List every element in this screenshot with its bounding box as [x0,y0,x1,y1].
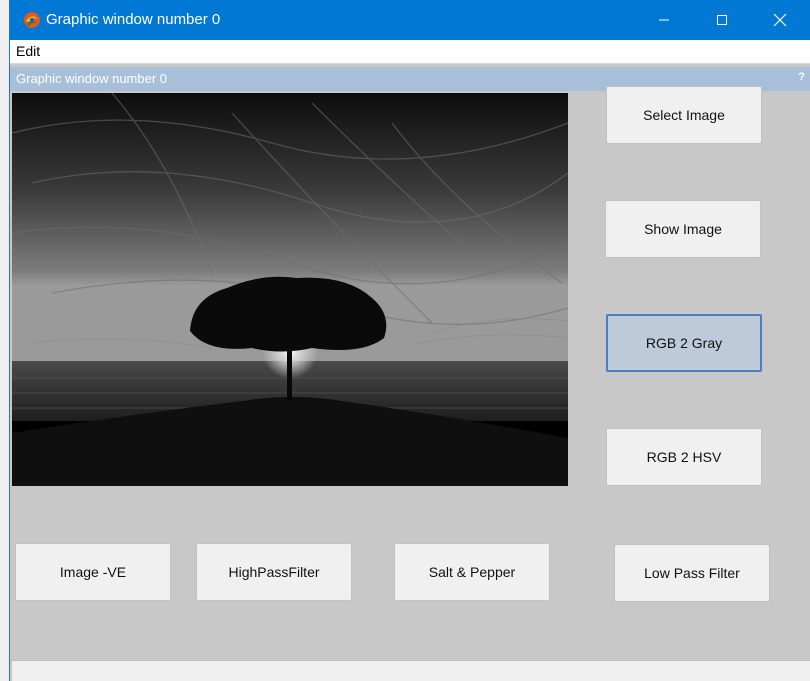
show-image-button[interactable]: Show Image [605,200,761,258]
title-bar[interactable]: Graphic window number 0 [10,0,810,40]
close-icon [773,13,787,27]
select-image-button[interactable]: Select Image [606,86,762,144]
status-bar [12,660,810,681]
figure-title: Graphic window number 0 [16,71,168,86]
maximize-button[interactable] [693,0,751,40]
image-negative-button[interactable]: Image -VE [15,543,171,601]
scilab-app-icon [24,12,40,28]
graphic-window: Graphic window number 0 Edit Graphic win… [9,0,810,681]
window-title: Graphic window number 0 [46,11,221,28]
rgb2hsv-button[interactable]: RGB 2 HSV [606,428,762,486]
highpass-filter-button[interactable]: HighPassFilter [196,543,352,601]
close-button[interactable] [751,0,809,40]
minimize-button[interactable] [635,0,693,40]
menu-edit[interactable]: Edit [16,43,40,59]
minimize-icon [659,19,669,21]
salt-pepper-button[interactable]: Salt & Pepper [394,543,550,601]
lowpass-filter-button[interactable]: Low Pass Filter [614,544,770,602]
grayscale-image [12,93,568,486]
menu-bar: Edit [10,40,810,64]
image-display [12,93,568,486]
maximize-icon [717,15,727,25]
rgb2gray-button[interactable]: RGB 2 Gray [606,314,762,372]
help-icon[interactable]: ? [798,71,805,83]
